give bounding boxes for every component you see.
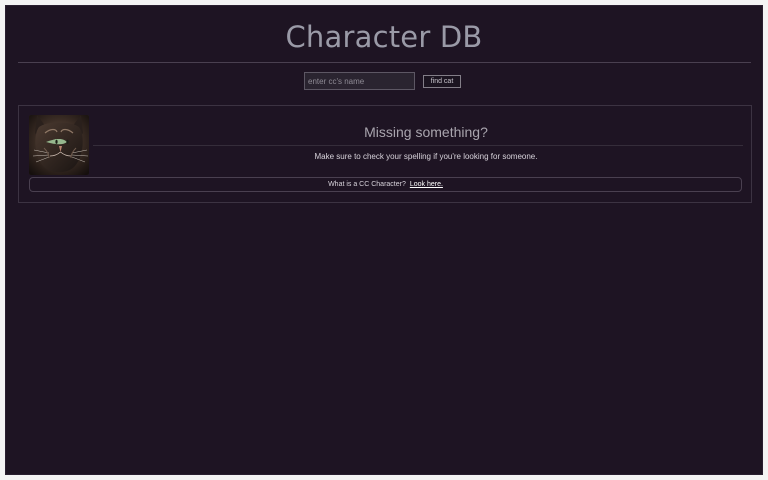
search-input[interactable]	[304, 72, 415, 90]
info-question-text: What is a CC Character?	[328, 181, 406, 188]
app-window: Character DB find cat	[5, 5, 763, 475]
cat-portrait-icon	[29, 115, 89, 175]
look-here-link[interactable]: Look here.	[410, 181, 443, 188]
spelling-help-text: Make sure to check your spelling if you'…	[314, 152, 538, 161]
page-title: Character DB	[285, 20, 483, 54]
header-divider	[18, 62, 751, 63]
missing-result-card: Missing something? Make sure to check yo…	[18, 105, 752, 203]
page-header: Character DB	[6, 6, 762, 63]
search-bar: find cat	[6, 72, 762, 92]
find-cat-button[interactable]: find cat	[423, 75, 461, 88]
cat-avatar	[29, 115, 89, 175]
card-divider	[93, 145, 743, 146]
missing-title: Missing something?	[364, 124, 488, 140]
cc-character-info: What is a CC Character? Look here.	[29, 177, 742, 192]
